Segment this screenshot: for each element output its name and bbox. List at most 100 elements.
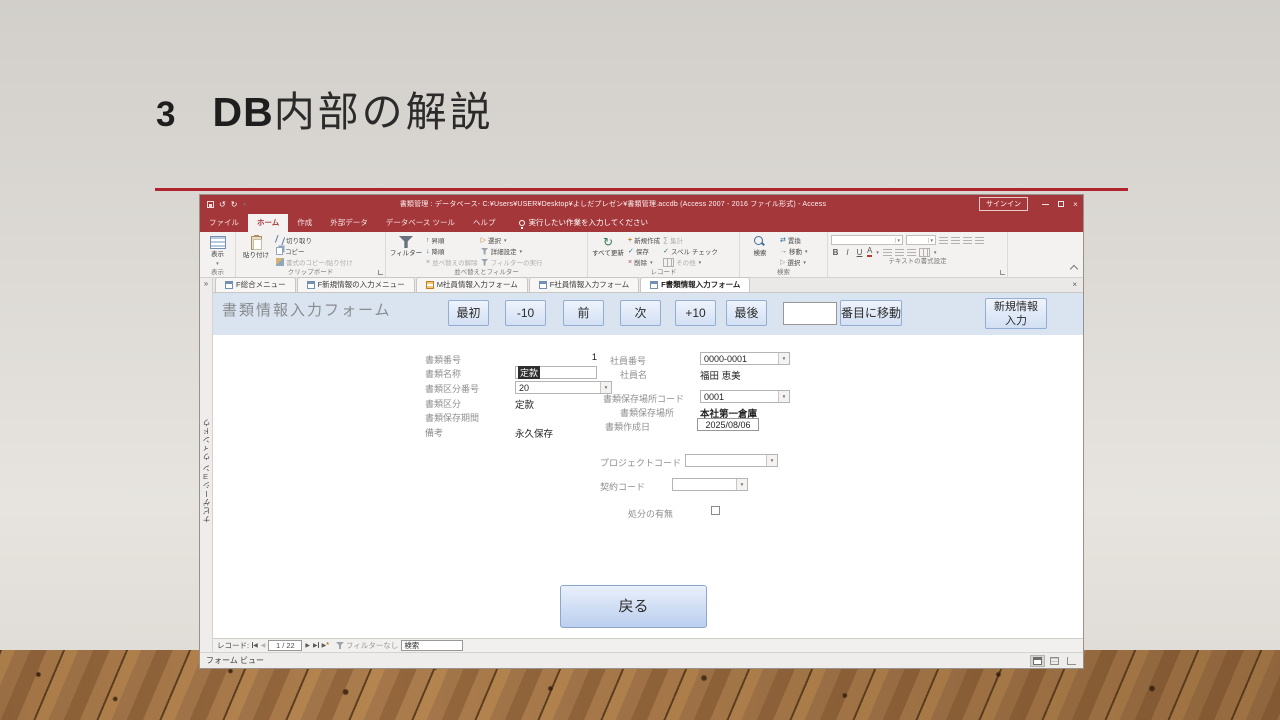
font-name-combobox[interactable]: ▼ (831, 235, 903, 245)
undo-icon[interactable]: ↺ (219, 200, 226, 209)
italic-button[interactable]: I (843, 248, 852, 257)
align-center-icon[interactable] (894, 248, 904, 256)
last-record-button[interactable]: 最後 (726, 300, 767, 326)
navigation-pane-collapsed[interactable]: » ナビゲーション ウィンドウ (200, 278, 213, 652)
expand-nav-pane-icon[interactable]: » (204, 278, 208, 288)
gridlines-dropdown-icon[interactable]: ▼ (933, 250, 937, 255)
remove-sort-button[interactable]: × 並べ替えの解除 (426, 257, 478, 268)
save-icon[interactable] (207, 200, 214, 208)
next-record-button[interactable]: 次 (620, 300, 661, 326)
new-blank-record-icon[interactable]: ▶* (322, 642, 329, 649)
employee-number-combobox[interactable]: 0000-0001 ▼ (700, 352, 790, 365)
toggle-filter-button[interactable]: フィルターの実行 (480, 257, 542, 267)
sort-ascending-button[interactable]: ↑ 昇順 (426, 235, 478, 246)
text-format-dialog-launcher-icon[interactable] (1000, 270, 1005, 275)
first-record-button[interactable]: 最初 (448, 300, 489, 326)
more-button[interactable]: その他 ▼ (663, 257, 718, 267)
doc-tab-f-document-form[interactable]: F書類情報入力フォーム (640, 277, 751, 292)
filter-button[interactable]: フィルター (389, 234, 423, 268)
doc-tab-m-employee-form[interactable]: M社員情報入力フォーム (415, 277, 528, 292)
delete-record-button[interactable]: × 削除 ▼ (628, 257, 660, 268)
collapse-ribbon-icon[interactable] (1069, 264, 1079, 274)
tell-me-box[interactable]: 実行したい作業を入力してください (518, 217, 648, 232)
doc-tab-f-employee-form[interactable]: F社員情報入力フォーム (528, 277, 640, 292)
redo-icon[interactable]: ↻ (231, 200, 238, 209)
increase-indent-icon[interactable] (975, 236, 984, 244)
signin-button[interactable]: サインイン (979, 197, 1028, 211)
minus-10-button[interactable]: -10 (505, 300, 546, 326)
spelling-button[interactable]: ✓ スペル チェック (663, 246, 718, 256)
align-right-icon[interactable] (906, 248, 916, 256)
project-code-combobox[interactable]: ▼ (685, 454, 778, 467)
goto-button[interactable]: → 移動 ▼ (780, 246, 808, 257)
cut-button[interactable]: 切り取り (274, 234, 353, 246)
design-view-button[interactable] (1064, 655, 1079, 667)
decrease-indent-icon[interactable] (963, 236, 972, 244)
advanced-button[interactable]: 詳細設定 ▼ (480, 246, 543, 256)
new-record-button[interactable]: + 新規作成 (628, 235, 660, 246)
bullet-list-icon[interactable] (939, 236, 948, 244)
save-record-button[interactable]: ✓ 保存 (628, 246, 660, 256)
previous-record-button[interactable]: 前 (563, 300, 604, 326)
bold-button[interactable]: B (831, 248, 840, 257)
datasheet-view-button[interactable] (1047, 655, 1062, 667)
contract-code-combobox[interactable]: ▼ (672, 478, 748, 491)
clipboard-dialog-launcher-icon[interactable] (378, 270, 383, 275)
tab-home[interactable]: ホーム (248, 214, 289, 232)
tab-help[interactable]: ヘルプ (464, 214, 505, 232)
find-button[interactable]: 検索 (743, 234, 777, 268)
last-record-icon[interactable]: ▶ (313, 642, 319, 649)
font-color-dropdown-icon[interactable]: ▼ (875, 250, 879, 255)
doc-number-label: 書類番号 (425, 355, 462, 365)
employee-name-label: 社員名 (620, 370, 648, 380)
created-date-input[interactable]: 2025/08/06 (697, 418, 759, 431)
doc-category-label: 書類区分 (425, 399, 462, 409)
status-bar: フォーム ビュー (200, 652, 1083, 668)
doc-tab-f-main-menu[interactable]: F総合メニュー (215, 277, 296, 292)
minimize-button[interactable] (1038, 200, 1053, 209)
font-color-button[interactable]: A (867, 247, 873, 257)
close-document-icon[interactable]: × (1072, 280, 1077, 289)
storage-location-code-combobox[interactable]: 0001 ▼ (700, 390, 790, 403)
first-record-icon[interactable]: ◀ (252, 642, 258, 649)
underline-button[interactable]: U (855, 248, 864, 257)
maximize-button[interactable] (1053, 200, 1068, 209)
select-button[interactable]: ▷ 選択 ▼ (780, 257, 808, 267)
goto-record-button[interactable]: 番目に移動 (840, 300, 902, 326)
view-button[interactable]: 表示 ▼ (203, 234, 232, 268)
close-button[interactable]: × (1068, 200, 1083, 209)
font-size-combobox[interactable]: ▼ (906, 235, 936, 245)
back-button[interactable]: 戻る (560, 585, 707, 628)
next-record-icon[interactable]: ▶ (305, 642, 310, 649)
previous-record-icon[interactable]: ◀ (261, 642, 266, 649)
doc-category-number-combobox[interactable]: 20 ▼ (515, 381, 612, 394)
sort-descending-button[interactable]: ↓ 降順 (426, 246, 478, 257)
tab-create[interactable]: 作成 (288, 214, 321, 232)
filter-status[interactable]: フィルターなし (335, 640, 398, 651)
form-view-button[interactable] (1030, 654, 1045, 667)
selection-button[interactable]: ▷ 選択 ▼ (481, 235, 543, 245)
align-left-icon[interactable] (882, 248, 892, 256)
new-entry-button[interactable]: 新規情報 入力 (985, 298, 1047, 329)
copy-button[interactable]: コピー (276, 246, 353, 256)
slide-title: 3 DB 内部の解説 (156, 78, 494, 138)
goto-record-input[interactable] (783, 302, 837, 325)
numbered-list-icon[interactable] (951, 236, 960, 244)
more-icon (663, 257, 675, 267)
refresh-all-button[interactable]: ↻ すべて更新 (591, 234, 625, 268)
doc-tab-f-new-info-menu[interactable]: F新規情報の入力メニュー (296, 277, 415, 292)
doc-name-input[interactable]: 定款 (515, 366, 597, 379)
format-painter-button[interactable]: 書式のコピー/貼り付け (276, 257, 353, 267)
gridlines-icon[interactable] (918, 247, 930, 257)
totals-button[interactable]: ∑ 集計 (663, 235, 718, 246)
replace-button[interactable]: ⇄ 置換 (780, 235, 808, 245)
paste-button[interactable]: 貼り付け (239, 234, 273, 268)
plus-10-button[interactable]: +10 (675, 300, 716, 326)
record-search-input[interactable] (401, 640, 464, 651)
tab-file[interactable]: ファイル (200, 214, 248, 232)
disposal-checkbox[interactable] (711, 506, 720, 515)
tab-external-data[interactable]: 外部データ (321, 214, 377, 232)
record-position-box[interactable]: 1 / 22 (268, 640, 303, 651)
tab-database-tools[interactable]: データベース ツール (377, 214, 464, 232)
minimize-icon (1042, 203, 1049, 205)
